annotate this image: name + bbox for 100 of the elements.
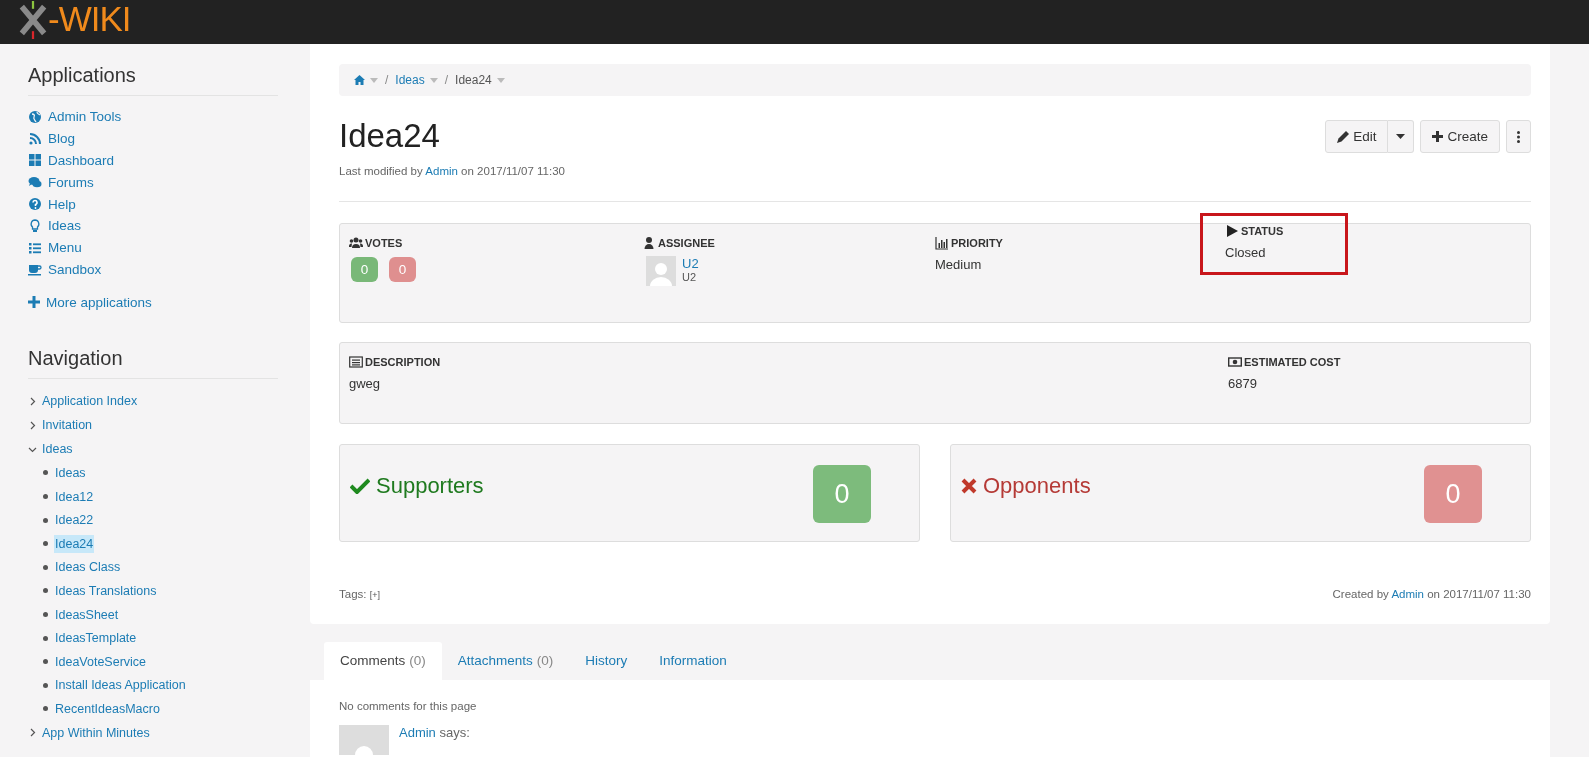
add-tag-link[interactable]: [+] <box>369 590 380 600</box>
application-link[interactable]: Forums <box>28 171 278 194</box>
author-link[interactable]: Admin <box>425 165 458 177</box>
user-icon <box>642 236 656 250</box>
tree-item[interactable]: Ideas <box>41 440 74 459</box>
caret-icon <box>1396 134 1406 139</box>
tree-item[interactable]: Idea12 <box>54 487 95 506</box>
field-label: ESTIMATED COST <box>1244 356 1341 368</box>
breadcrumb-item[interactable]: Ideas <box>395 73 425 87</box>
logo-text[interactable]: -WIKI <box>48 0 131 39</box>
tab[interactable]: Comments (0) <box>324 642 442 680</box>
tree-item[interactable]: IdeasSheet <box>54 605 120 624</box>
field-label: VOTES <box>365 237 403 249</box>
tally-title: Opponents <box>983 473 1091 499</box>
edit-menu-button[interactable] <box>1388 120 1415 153</box>
tree-item[interactable]: Idea24 <box>54 534 95 553</box>
plus-icon <box>1432 131 1444 142</box>
users-icon <box>349 236 363 250</box>
tally-title: Supporters <box>376 473 484 499</box>
field-value: Medium <box>935 257 983 272</box>
field-label: STATUS <box>1241 225 1284 237</box>
author-link[interactable]: Admin <box>1391 588 1424 600</box>
list-icon <box>28 240 42 255</box>
tab[interactable]: Information <box>643 642 743 680</box>
help-icon <box>28 197 42 212</box>
more-actions-button[interactable] <box>1506 120 1531 153</box>
chevron-right-icon[interactable] <box>28 420 37 430</box>
chat-icon <box>28 175 42 190</box>
user-link[interactable]: U2 <box>682 256 699 271</box>
field-label: DESCRIPTION <box>365 356 441 368</box>
home-icon[interactable] <box>354 75 365 85</box>
globe-icon <box>28 109 42 124</box>
page-title: Idea24 <box>339 117 441 155</box>
field-value: Closed <box>1225 245 1267 260</box>
tab[interactable]: History <box>569 642 644 680</box>
section-heading: Applications <box>28 64 278 96</box>
tally-count: 0 <box>1424 465 1482 523</box>
lightbulb-icon <box>28 218 42 233</box>
list-card-icon <box>349 355 363 369</box>
no-comments-text: No comments for this page <box>339 700 478 712</box>
bullet-icon <box>43 494 48 500</box>
downvote-count[interactable]: 0 <box>389 257 416 282</box>
field-value: 6879 <box>1228 376 1258 391</box>
tree-item[interactable]: RecentIdeasMacro <box>54 699 161 718</box>
chevron-right-icon[interactable] <box>28 728 37 738</box>
bullet-icon <box>43 612 48 618</box>
bullet-icon <box>43 706 48 712</box>
tree-item[interactable]: Ideas Translations <box>54 581 158 600</box>
breadcrumb-separator: / <box>385 73 389 87</box>
tally-count: 0 <box>813 465 871 523</box>
tree-item[interactable]: IdeasTemplate <box>54 629 138 648</box>
field-label: PRIORITY <box>951 237 1003 249</box>
field-label: ASSIGNEE <box>658 237 715 249</box>
tags-label: Tags: [+] <box>339 588 380 600</box>
bar-chart-icon <box>935 236 949 250</box>
logo-icon[interactable] <box>18 1 48 39</box>
checkmark-icon <box>350 478 370 494</box>
create-button[interactable]: Create <box>1420 120 1500 153</box>
author-link[interactable]: Admin <box>399 725 436 740</box>
bullet-icon <box>43 588 48 594</box>
bullet-icon <box>43 541 48 547</box>
application-link[interactable]: Admin Tools <box>28 106 278 128</box>
application-link[interactable]: Sandbox <box>28 258 278 281</box>
rss-icon <box>28 131 42 146</box>
edit-button[interactable]: Edit <box>1325 120 1389 153</box>
bullet-icon <box>43 564 48 570</box>
application-link[interactable]: Menu <box>28 236 278 259</box>
chevron-right-icon[interactable] <box>28 396 37 406</box>
tree-item[interactable]: Install Ideas Application <box>54 676 187 695</box>
tree-item[interactable]: App Within Minutes <box>41 723 151 742</box>
created-text: Created by Admin on 2017/11/07 11:30 <box>1332 588 1531 600</box>
tree-item[interactable]: Idea22 <box>54 511 95 530</box>
application-link[interactable]: Dashboard <box>28 149 278 172</box>
section-heading: Navigation <box>28 347 278 380</box>
money-icon <box>1228 355 1242 369</box>
play-icon <box>1225 224 1239 238</box>
breadcrumb-item[interactable]: Idea24 <box>455 73 492 87</box>
bullet-icon <box>43 517 48 523</box>
application-link[interactable]: Blog <box>28 127 278 150</box>
tree-item[interactable]: Invitation <box>41 416 94 435</box>
tree-item[interactable]: Ideas Class <box>54 558 122 577</box>
breadcrumb-separator: / <box>444 73 449 87</box>
application-link[interactable]: Ideas <box>28 215 278 237</box>
avatar-icon <box>646 256 676 286</box>
last-modified-text: Last modified by Admin on 2017/11/07 11:30 <box>339 165 565 177</box>
tab[interactable]: Attachments (0) <box>441 642 570 680</box>
tree-item[interactable]: Ideas <box>54 463 87 482</box>
user-id: U2 <box>682 271 698 283</box>
field-value: gweg <box>349 376 382 391</box>
bullet-icon <box>43 682 48 688</box>
bullet-icon <box>43 470 48 476</box>
comment-author-text: Admin says: <box>399 725 470 742</box>
bullet-icon <box>43 659 48 665</box>
upvote-count[interactable]: 0 <box>351 257 378 282</box>
tree-item[interactable]: Application Index <box>41 392 139 411</box>
application-link[interactable]: Help <box>28 193 278 215</box>
more-applications-link[interactable]: More applications <box>28 291 278 314</box>
tree-item[interactable]: IdeaVoteService <box>54 652 148 671</box>
grid-icon <box>28 153 42 168</box>
plus-icon <box>28 296 40 309</box>
